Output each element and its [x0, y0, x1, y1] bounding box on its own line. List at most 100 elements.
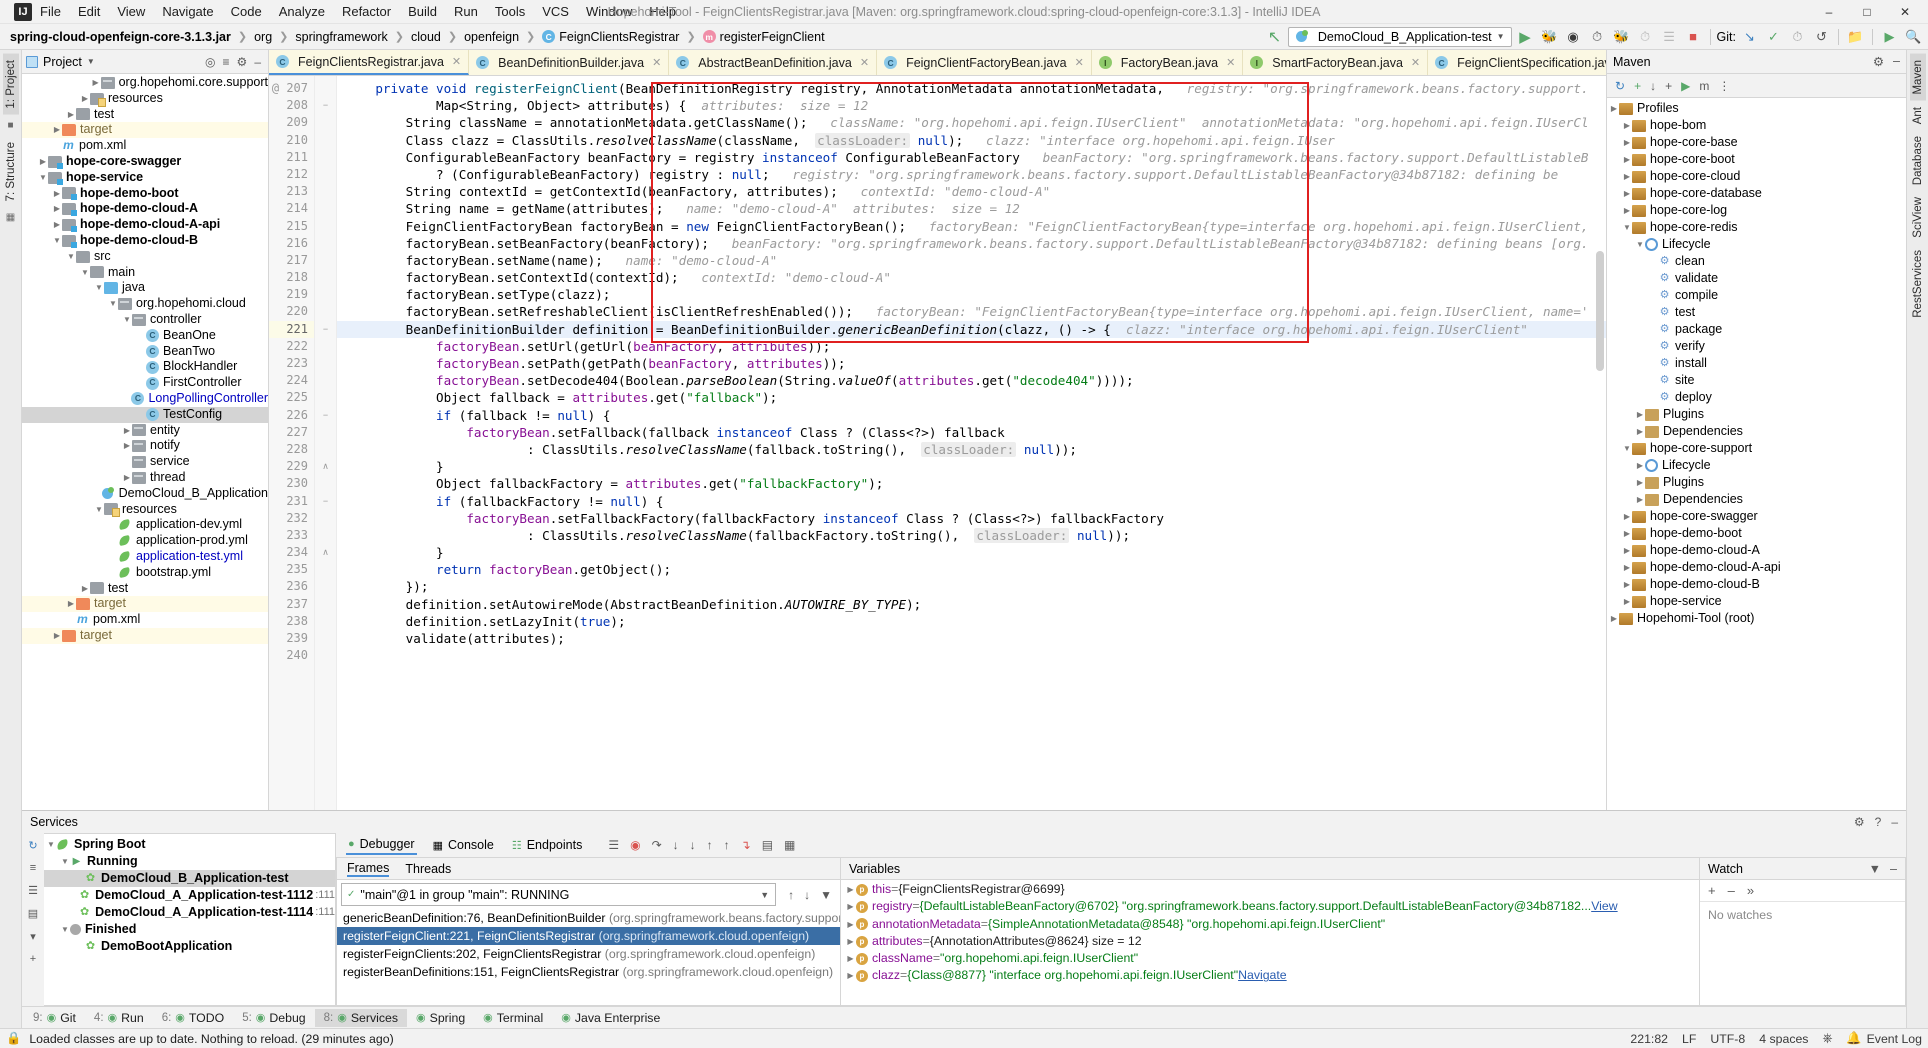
collapse-all-icon[interactable]: ≡	[223, 55, 230, 69]
menu-item-code[interactable]: Code	[231, 4, 262, 19]
maven-tree-item[interactable]: ▶ Plugins	[1607, 406, 1906, 423]
maven-tree-item[interactable]: ▶ Profiles	[1607, 100, 1906, 117]
expand-arrow-icon[interactable]: ▶	[38, 154, 48, 170]
debugger-tab-bar[interactable]: ● Debugger ▦ Console ☷ Endpoints ☰ ◉ ↷ ↓…	[336, 833, 1906, 857]
menu-item-run[interactable]: Run	[454, 4, 478, 19]
project-tree-item[interactable]: ▶ notify	[22, 438, 268, 454]
variable-row[interactable]: ▶ p attributes = {AnnotationAttributes@862…	[841, 933, 1699, 950]
code-line[interactable]: String name = getName(attributes); name:…	[337, 200, 1606, 217]
expand-arrow-icon[interactable]: ▶	[845, 950, 856, 967]
code-line[interactable]: return factoryBean.getObject();	[337, 561, 1606, 578]
down-icon[interactable]: ↓	[804, 888, 810, 902]
close-icon[interactable]: ✕	[652, 56, 661, 69]
project-tree-item[interactable]: ▼ main	[22, 265, 268, 281]
breadcrumb-method[interactable]: m registerFeignClient	[699, 29, 829, 45]
project-tree-item[interactable]: C BeanOne	[22, 328, 268, 344]
history-icon[interactable]: ⏱	[1787, 26, 1808, 47]
fold-marker[interactable]	[315, 235, 336, 252]
hide-icon[interactable]: –	[254, 55, 261, 69]
fold-marker[interactable]: −	[315, 97, 336, 114]
stop-red-icon[interactable]: ■	[1683, 26, 1704, 47]
project-tree-item[interactable]: ▶ target	[22, 627, 268, 644]
lock-icon[interactable]: 🔒	[6, 1031, 21, 1046]
expand-arrow-icon[interactable]: ▼	[94, 280, 104, 296]
expand-arrow-icon[interactable]: ▶	[1609, 610, 1619, 627]
reload-icon[interactable]: ↻	[1615, 79, 1625, 93]
expand-arrow-icon[interactable]: ▶	[122, 438, 132, 454]
fold-marker[interactable]: −	[315, 407, 336, 424]
hide-icon[interactable]: –	[1893, 54, 1900, 69]
sidebar-tab-project[interactable]: 1: Project	[2, 54, 19, 115]
maven-tree-item[interactable]: ▶ hope-core-log	[1607, 202, 1906, 219]
fold-marker[interactable]	[315, 269, 336, 286]
left-tool-strip[interactable]: 1: Project ■ 7: Structure ▦	[0, 50, 22, 1028]
expand-icon[interactable]: ≡	[30, 862, 36, 874]
code-line[interactable]: }	[337, 458, 1606, 475]
gear-icon[interactable]: ⚙	[1873, 54, 1884, 69]
expand-arrow-icon[interactable]: ▼	[52, 233, 62, 249]
fold-marker[interactable]	[315, 166, 336, 183]
update-project-icon[interactable]: ↘	[1739, 26, 1760, 47]
project-tree-item[interactable]: ▶ hope-demo-cloud-A-api	[22, 217, 268, 233]
menu-bar[interactable]: File Edit View Navigate Code Analyze Ref…	[40, 4, 676, 19]
run-with-coverage-icon[interactable]: ◉	[1563, 26, 1584, 47]
maven-tree-item[interactable]: ▶ hope-demo-cloud-A	[1607, 542, 1906, 559]
terminal-icon[interactable]: ▶	[1879, 26, 1900, 47]
fold-marker[interactable]	[315, 80, 336, 97]
project-tree-item[interactable]: m pom.xml	[22, 138, 268, 154]
code-line[interactable]: validate(attributes);	[337, 630, 1606, 647]
run-to-cursor-icon[interactable]: ↴	[741, 838, 751, 852]
project-tree-item[interactable]: service	[22, 454, 268, 470]
settings2-icon[interactable]: ▦	[784, 838, 795, 852]
code-line[interactable]: definition.setAutowireMode(AbstractBeanD…	[337, 596, 1606, 613]
expand-arrow-icon[interactable]: ▶	[52, 122, 62, 138]
tool-window-button-services[interactable]: 8: ◉ Services	[314, 1008, 408, 1027]
project-tree-item[interactable]: ▶ resources	[22, 91, 268, 107]
code-line[interactable]: });	[337, 578, 1606, 595]
project-tree-item[interactable]: application-dev.yml	[22, 517, 268, 533]
settings-icon[interactable]: ⚙	[1854, 815, 1865, 829]
step-into-icon[interactable]: ↓	[673, 838, 679, 852]
debug-icon[interactable]: 🐝	[1539, 26, 1560, 47]
fold-marker[interactable]	[315, 303, 336, 320]
project-tree-item[interactable]: DemoCloud_B_Application	[22, 486, 268, 502]
services-tree-item[interactable]: ✿ DemoCloud_B_Application-test	[44, 870, 335, 887]
fold-marker[interactable]	[315, 389, 336, 406]
expand-arrow-icon[interactable]: ▶	[845, 967, 856, 984]
sidebar-tab-maven[interactable]: Maven	[1909, 54, 1926, 101]
expand-arrow-icon[interactable]: ▶	[80, 581, 90, 597]
fold-marker[interactable]	[315, 527, 336, 544]
fold-marker[interactable]	[315, 355, 336, 372]
project-tree-item[interactable]: ▼ hope-demo-cloud-B	[22, 233, 268, 249]
run-configuration-selector[interactable]: DemoCloud_B_Application-test ▼	[1287, 26, 1512, 47]
tab-debugger[interactable]: ● Debugger	[346, 835, 417, 855]
frame-row[interactable]: registerFeignClient:221, FeignClientsReg…	[337, 927, 840, 945]
variable-row[interactable]: ▶ p annotationMetadata = {SimpleAnnotation…	[841, 916, 1699, 933]
code-line[interactable]: Map<String, Object> attributes) { attrib…	[337, 97, 1606, 114]
code-line[interactable]	[337, 647, 1606, 664]
plus-icon[interactable]: +	[1665, 79, 1672, 93]
download-icon[interactable]: ↓	[1650, 79, 1656, 93]
tool-window-button-debug[interactable]: 5: ◉ Debug	[233, 1009, 314, 1027]
fold-marker[interactable]	[315, 441, 336, 458]
services-tree-item[interactable]: ▼ ▶ Running	[44, 853, 335, 870]
expand-arrow-icon[interactable]: ▼	[80, 265, 90, 281]
tool-window-button-git[interactable]: 9: ◉ Git	[24, 1009, 85, 1027]
editor-scrollbar-thumb[interactable]	[1596, 251, 1604, 371]
services-tree-item[interactable]: ✿ DemoCloud_A_Application-test-1112:111	[44, 887, 335, 904]
services-tree-item[interactable]: ▼ Finished	[44, 921, 335, 938]
run-icon[interactable]: ▶	[1681, 79, 1690, 93]
maven-tree-item[interactable]: ▶ hope-bom	[1607, 117, 1906, 134]
code-line[interactable]: String contextId = getContextId(beanFact…	[337, 183, 1606, 200]
status-bar-right[interactable]: 221:82 LF UTF-8 4 spaces ⎈ 🔔 Event Log	[1630, 1031, 1922, 1046]
editor-tab[interactable]: C BeanDefinitionBuilder.java ✕	[469, 50, 670, 75]
editor-tab[interactable]: CFeignClientSpecification.java✕	[1428, 50, 1606, 75]
rerun-icon[interactable]: ↻	[28, 839, 37, 852]
services-tree[interactable]: ▼ Spring Boot ▼ ▶ Running ✿ DemoCloud_B_Applic…	[44, 833, 336, 1006]
hide-icon[interactable]: –	[1890, 862, 1897, 876]
variable-row[interactable]: ▶ p registry = {DefaultListableBeanFactory…	[841, 898, 1699, 915]
code-folding-gutter[interactable]: − − − ∧ − ∧	[315, 76, 337, 810]
expand-arrow-icon[interactable]: ▶	[845, 898, 856, 915]
expand-arrow-icon[interactable]: ▶	[66, 107, 76, 123]
code-line[interactable]: factoryBean.setPath(getPath(beanFactory,…	[337, 355, 1606, 372]
